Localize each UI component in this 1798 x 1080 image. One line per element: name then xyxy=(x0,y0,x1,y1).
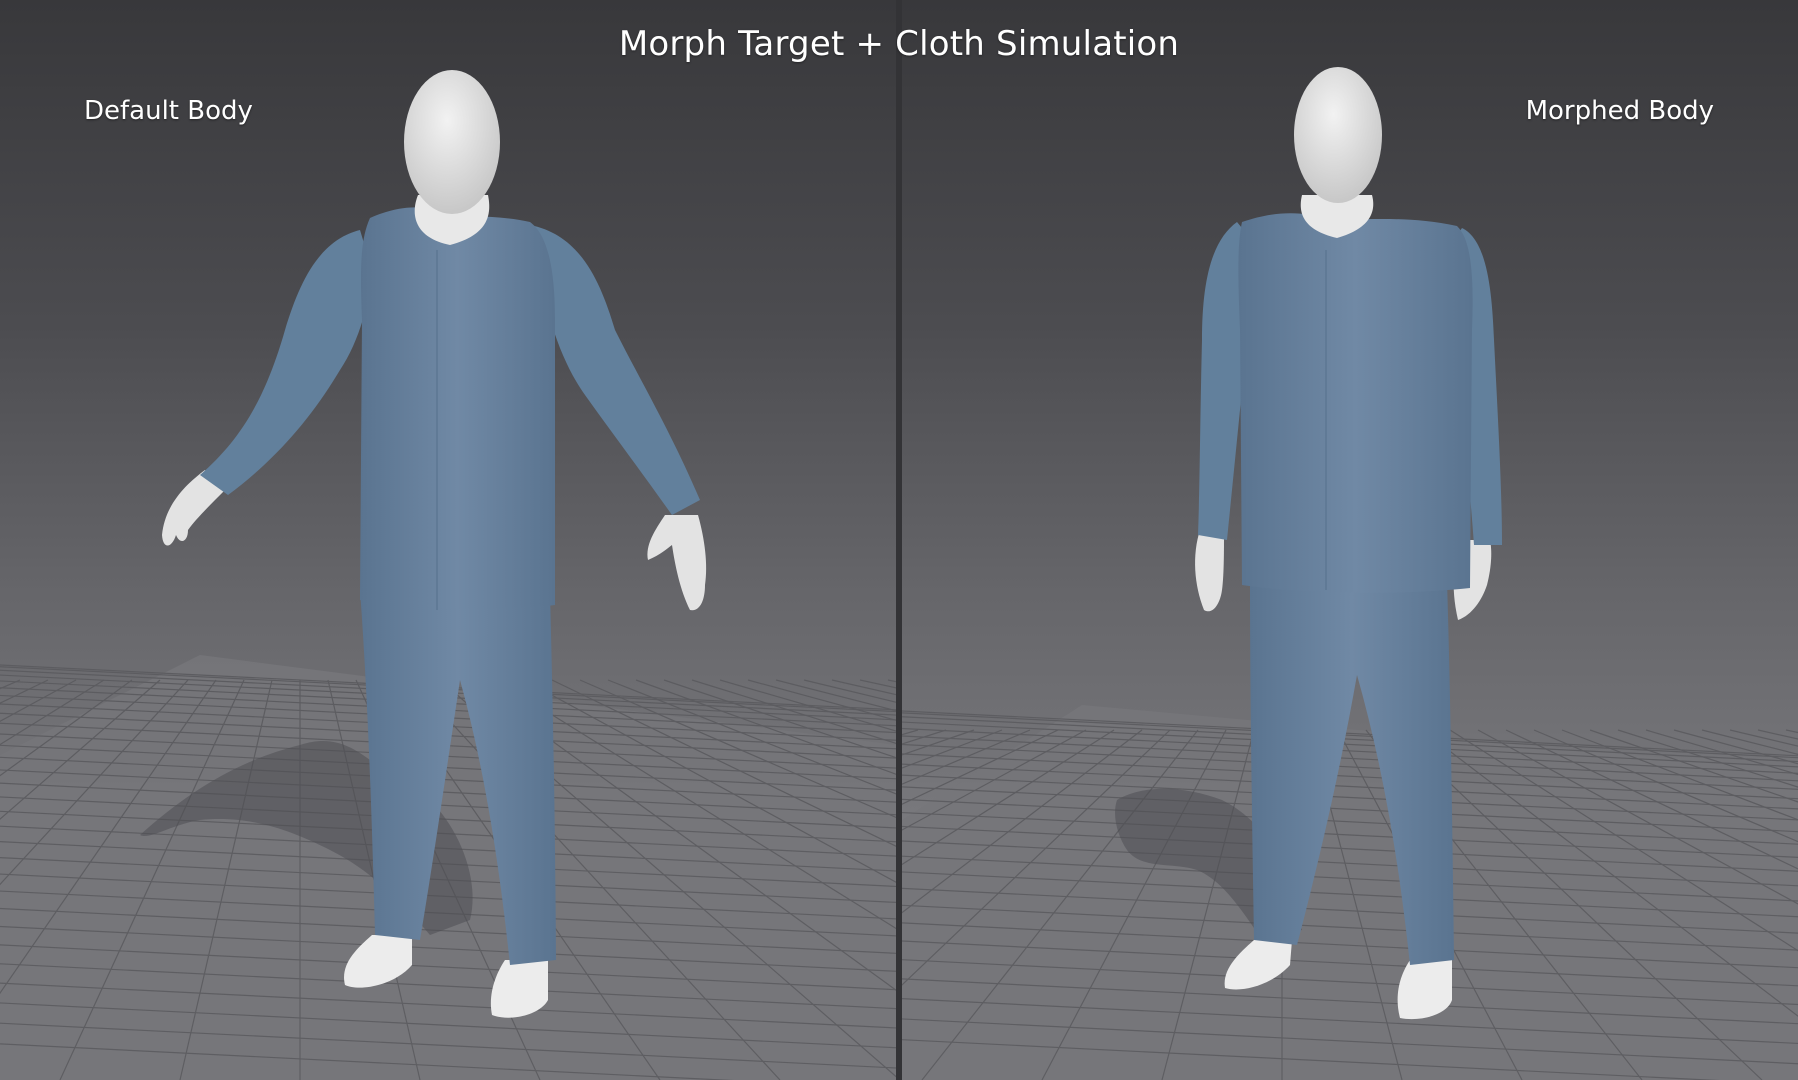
viewport-morphed-body[interactable]: Morphed Body xyxy=(902,0,1798,1080)
head xyxy=(1294,67,1382,203)
left-hand xyxy=(1195,530,1224,612)
head xyxy=(404,70,500,214)
right-sleeve xyxy=(530,225,700,515)
right-hand xyxy=(647,515,707,611)
viewport-label-morphed: Morphed Body xyxy=(1525,96,1714,126)
scene-default-body xyxy=(0,70,896,1080)
shirt xyxy=(1238,213,1473,593)
app-root: Default Body Morphed Body Morph Target +… xyxy=(0,0,1798,1080)
scene-morphed-body xyxy=(902,67,1798,1080)
viewport-default-body[interactable]: Default Body xyxy=(0,0,896,1080)
shirt xyxy=(360,207,555,610)
left-sleeve xyxy=(200,230,372,495)
viewport-label-default: Default Body xyxy=(84,96,253,126)
floor-grid xyxy=(902,705,1798,1080)
right-foot xyxy=(1397,960,1452,1020)
